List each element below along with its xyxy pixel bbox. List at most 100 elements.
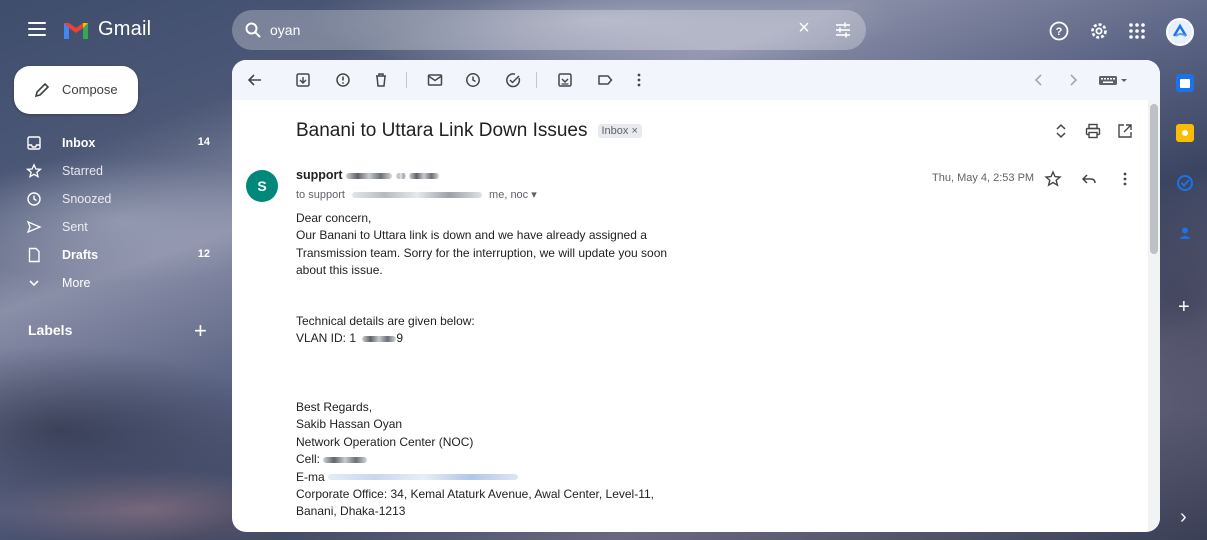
signature-email: E-ma xyxy=(296,469,654,486)
compose-label: Compose xyxy=(62,82,118,97)
keep-icon[interactable] xyxy=(1176,124,1194,142)
input-tools-keyboard-icon[interactable] xyxy=(1098,72,1128,88)
body-line: Transmission team. Sorry for the interru… xyxy=(296,245,668,260)
tasks-icon[interactable] xyxy=(1176,174,1194,192)
open-new-window-icon[interactable] xyxy=(1116,122,1134,140)
sender-name[interactable]: support xyxy=(296,168,439,182)
add-label-icon[interactable]: + xyxy=(194,318,207,344)
expand-all-icon[interactable] xyxy=(1052,122,1070,140)
report-spam-icon[interactable] xyxy=(334,71,352,89)
toolbar-divider xyxy=(536,72,537,88)
message-toolbar xyxy=(232,60,1160,100)
body-greeting: Dear concern, xyxy=(296,211,372,225)
help-icon[interactable]: ? xyxy=(1048,20,1070,42)
sidebar-item-drafts[interactable]: Drafts 12 xyxy=(14,242,220,268)
archive-icon[interactable] xyxy=(294,71,312,89)
inbox-icon xyxy=(27,136,41,150)
mark-unread-mail-icon[interactable] xyxy=(426,71,444,89)
sidebar-item-label: Drafts xyxy=(62,248,99,262)
tech-heading: Technical details are given below: xyxy=(296,314,475,328)
contacts-icon[interactable] xyxy=(1176,224,1194,242)
vlan-id-line: VLAN ID: 1 9 xyxy=(296,330,475,347)
account-avatar[interactable] xyxy=(1166,18,1194,46)
main-menu-icon[interactable] xyxy=(28,22,46,36)
more-vertical-icon[interactable] xyxy=(630,71,648,89)
search-bar[interactable]: oyan xyxy=(232,10,866,50)
gmail-logo[interactable]: Gmail xyxy=(62,18,151,41)
sidebar-item-label: Sent xyxy=(62,220,88,234)
redacted-vlan xyxy=(362,336,397,343)
compose-button[interactable]: Compose xyxy=(14,66,138,114)
send-icon xyxy=(26,220,42,234)
redacted-recipient xyxy=(351,192,482,199)
apps-grid-icon[interactable] xyxy=(1126,20,1148,42)
email-label: E-ma xyxy=(296,469,325,484)
message-panel: Banani to Uttara Link Down Issues Inbox … xyxy=(232,60,1160,532)
pencil-icon xyxy=(34,82,50,98)
more-options-vertical-icon[interactable] xyxy=(1116,170,1134,188)
body-line: about this issue. xyxy=(296,263,383,278)
newer-chevron-left-icon[interactable] xyxy=(1030,71,1048,89)
back-arrow-icon[interactable] xyxy=(246,71,264,89)
signature-regards: Best Regards, xyxy=(296,400,373,414)
snooze-clock-icon[interactable] xyxy=(464,71,482,89)
reply-icon[interactable] xyxy=(1080,170,1098,188)
search-options-icon[interactable] xyxy=(834,21,852,39)
gmail-m-icon xyxy=(64,22,88,39)
sidebar-item-snoozed[interactable]: Snoozed xyxy=(14,186,220,212)
redacted-sender xyxy=(346,172,393,179)
older-chevron-right-icon[interactable] xyxy=(1064,71,1082,89)
sidebar-item-sent[interactable]: Sent xyxy=(14,214,220,240)
to-prefix: to support xyxy=(296,189,345,201)
sender-name-text: support xyxy=(296,168,343,182)
technical-details: Technical details are given below: VLAN … xyxy=(296,313,475,348)
settings-gear-icon[interactable] xyxy=(1088,20,1110,42)
signature: Best Regards, Sakib Hassan Oyan Network … xyxy=(296,399,654,521)
scrollbar-thumb[interactable] xyxy=(1150,104,1158,254)
account-logo-icon xyxy=(1172,23,1188,37)
redacted-email xyxy=(328,474,519,481)
email-body: Dear concern, Our Banani to Uttara link … xyxy=(296,210,667,280)
clear-search-icon[interactable]: × xyxy=(794,18,814,38)
sidebar-item-inbox[interactable]: Inbox 14 xyxy=(14,130,220,156)
keep-bulb xyxy=(1182,130,1188,136)
vlan-prefix: VLAN ID: 1 xyxy=(296,331,357,346)
recipients-line[interactable]: to support me, noc ▾ xyxy=(296,188,537,201)
expand-side-panel-icon[interactable]: › xyxy=(1180,506,1187,529)
app-name: Gmail xyxy=(98,18,152,40)
email-timestamp: Thu, May 4, 2:53 PM xyxy=(932,172,1035,184)
toolbar-divider xyxy=(406,72,407,88)
chevron-down-icon xyxy=(29,280,39,287)
search-input[interactable]: oyan xyxy=(270,22,300,38)
subject-text: Banani to Uttara Link Down Issues xyxy=(296,120,588,141)
sender-avatar[interactable]: S xyxy=(246,170,278,202)
email-subject: Banani to Uttara Link Down Issues Inbox … xyxy=(296,120,642,142)
calendar-icon[interactable] xyxy=(1176,74,1194,92)
svg-text:?: ? xyxy=(1056,26,1063,38)
sidebar-item-starred[interactable]: Starred xyxy=(14,158,220,184)
sidebar-item-more[interactable]: More xyxy=(14,270,220,296)
cell-label: Cell: xyxy=(296,452,321,467)
signature-office: Banani, Dhaka-1213 xyxy=(296,504,406,519)
sidebar-item-label: Starred xyxy=(62,164,103,178)
sidebar-item-label: More xyxy=(62,276,91,290)
star-icon[interactable] xyxy=(1044,170,1062,188)
search-icon[interactable] xyxy=(244,21,262,39)
print-icon[interactable] xyxy=(1084,122,1102,140)
delete-trash-icon[interactable] xyxy=(372,71,390,89)
signature-name: Sakib Hassan Oyan xyxy=(296,417,403,432)
clock-icon xyxy=(27,192,41,206)
body-line: Our Banani to Uttara link is down and we… xyxy=(296,228,647,243)
inbox-label-chip[interactable]: Inbox × xyxy=(597,124,642,138)
move-to-icon[interactable] xyxy=(556,71,574,89)
signature-office: Corporate Office: 34, Kemal Ataturk Aven… xyxy=(296,487,654,502)
top-bar: Gmail oyan × ? xyxy=(0,0,1207,62)
sidebar-item-label: Inbox xyxy=(62,136,96,150)
add-addon-icon[interactable]: + xyxy=(1178,296,1190,319)
label-tag-icon[interactable] xyxy=(596,71,614,89)
to-suffix: me, noc ▾ xyxy=(489,189,537,201)
redacted-sender xyxy=(408,172,439,179)
draft-count: 12 xyxy=(197,248,210,260)
redacted-sender xyxy=(395,172,406,179)
add-task-icon[interactable] xyxy=(504,71,522,89)
